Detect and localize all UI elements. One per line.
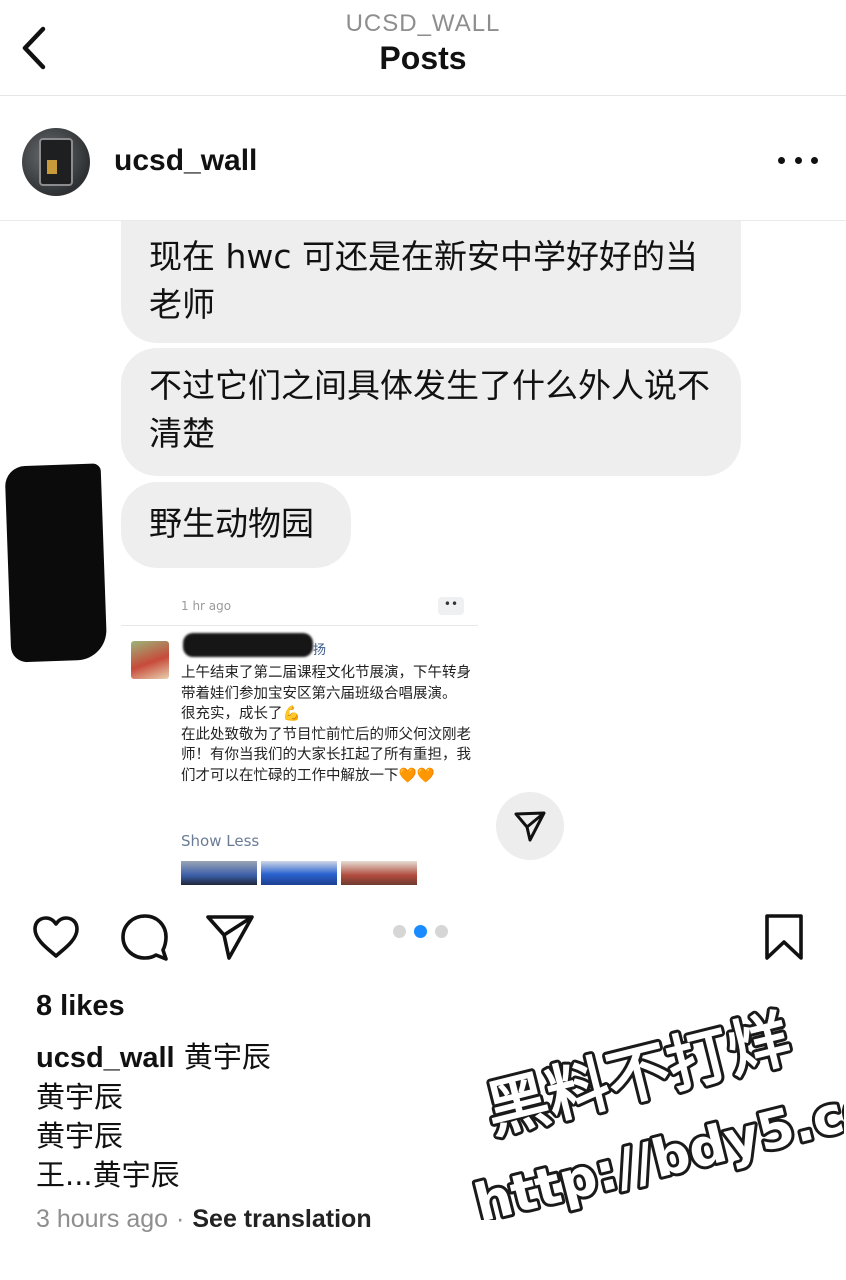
- timestamp: 3 hours ago: [36, 1205, 169, 1233]
- avatar[interactable]: [22, 128, 90, 196]
- watermark: 黑料不打烊 http://bdy5.co: [466, 1000, 844, 1220]
- like-button[interactable]: [30, 911, 82, 963]
- shared-post-time: 1 hr ago: [181, 599, 232, 613]
- carousel-dot-active: [414, 925, 427, 938]
- paper-plane-icon: [206, 915, 254, 960]
- page-title: Posts: [379, 40, 467, 76]
- more-options-button[interactable]: [778, 148, 818, 172]
- shared-post-avatar: [131, 641, 169, 679]
- heart-icon: [33, 916, 79, 958]
- carousel-dot: [393, 925, 406, 938]
- post-header: ucsd_wall: [0, 96, 846, 221]
- save-button[interactable]: [758, 911, 810, 963]
- shared-post-menu: ••: [438, 597, 464, 615]
- account-name: UCSD_WALL: [345, 10, 501, 37]
- share-button[interactable]: [204, 911, 256, 963]
- comment-icon: [121, 914, 168, 961]
- separator: ·: [176, 1205, 185, 1233]
- chat-bubble: 现在 hwc 可还是在新安中学好好的当老师: [121, 221, 741, 343]
- action-bar: [0, 885, 846, 985]
- post-meta: 3 hours ago · See translation: [36, 1205, 372, 1234]
- caption-line: 黄宇辰: [36, 1119, 124, 1153]
- caption: ucsd_wall 黄宇辰 黄宇辰 黄宇辰 王...黄宇辰: [36, 1038, 271, 1195]
- shared-post-name: 扬: [313, 643, 327, 658]
- more-horizontal-icon: [778, 156, 785, 164]
- caption-username[interactable]: ucsd_wall: [36, 1042, 175, 1074]
- shared-post-text: 上午结束了第二届课程文化节展演，下午转身带着娃们参加宝安区第六届班级合唱展演。 …: [181, 665, 471, 784]
- redacted-name: [183, 633, 313, 657]
- shared-post-card: 1 hr ago •• 扬 上午结束了第二届课程文化节展演，下午转身带着娃们参加…: [121, 593, 478, 885]
- caption-line: 黄宇辰: [36, 1080, 124, 1114]
- paper-plane-icon: [514, 811, 546, 842]
- photo-thumbnail: [261, 861, 337, 885]
- post-username[interactable]: ucsd_wall: [114, 144, 257, 178]
- caption-line: 王...黄宇辰: [36, 1158, 180, 1192]
- watermark-line-1: 黑料不打烊: [479, 1002, 797, 1148]
- watermark-line-2: http://bdy5.co: [469, 1076, 844, 1220]
- photo-thumbnail: [341, 861, 417, 885]
- caption-line: 黄宇辰: [183, 1040, 271, 1074]
- shared-post-photos: [181, 861, 417, 885]
- carousel-indicator: [393, 925, 448, 938]
- carousel-dot: [435, 925, 448, 938]
- chat-bubble: 不过它们之间具体发生了什么外人说不清楚: [121, 348, 741, 476]
- photo-thumbnail: [181, 861, 257, 885]
- bookmark-icon: [765, 914, 803, 960]
- see-translation-link[interactable]: See translation: [192, 1205, 371, 1233]
- send-overlay-button[interactable]: [496, 792, 564, 860]
- top-bar: UCSD_WALL Posts: [0, 0, 846, 96]
- like-count[interactable]: 8 likes: [36, 990, 125, 1023]
- show-less-link: Show Less: [181, 832, 260, 850]
- comment-button[interactable]: [118, 911, 170, 963]
- post-media[interactable]: 现在 hwc 可还是在新安中学好好的当老师 不过它们之间具体发生了什么外人说不清…: [0, 221, 846, 885]
- redaction-mark: [4, 463, 108, 663]
- divider: [121, 625, 478, 626]
- chat-bubble: 野生动物园: [121, 482, 351, 568]
